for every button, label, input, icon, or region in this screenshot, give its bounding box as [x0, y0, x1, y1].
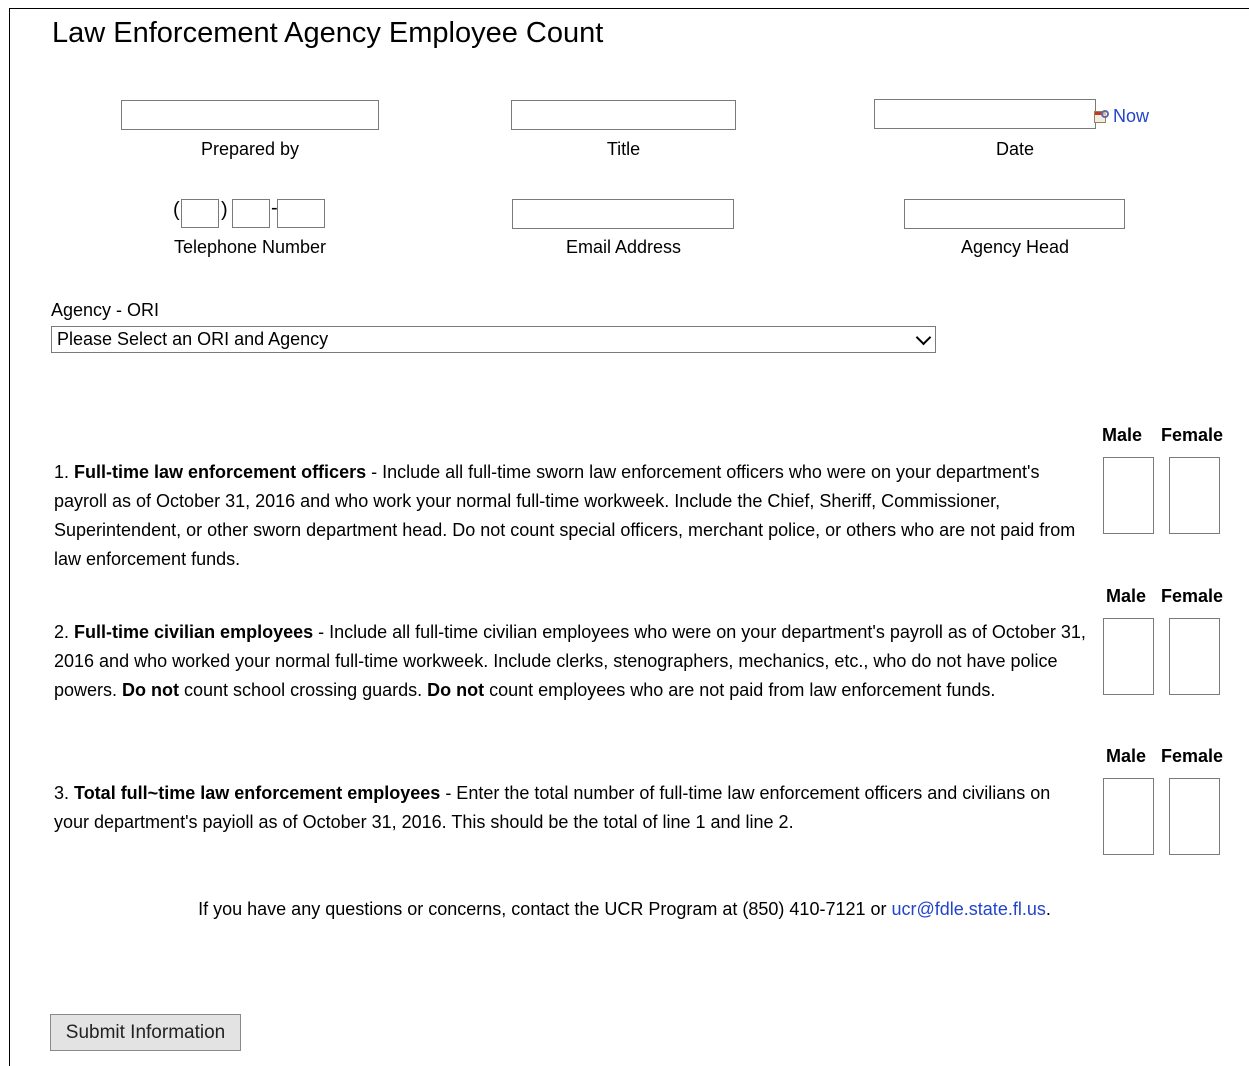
q3-number: 3. [54, 783, 70, 803]
q1-male-input[interactable] [1103, 457, 1154, 534]
page-title: Law Enforcement Agency Employee Count [52, 17, 604, 49]
contact-footer: If you have any questions or concerns, c… [0, 899, 1249, 920]
q2-text-b: count school crossing guards. [179, 680, 428, 700]
q2-male-input[interactable] [1103, 618, 1154, 695]
q3-male-input[interactable] [1103, 778, 1154, 855]
question-1: 1. Full-time law enforcement officers - … [54, 458, 1096, 574]
phone-area-code-input[interactable] [181, 199, 219, 228]
q1-heading: Full-time law enforcement officers [74, 462, 367, 482]
q3-heading: Total full~time law enforcement employee… [74, 783, 441, 803]
q3-female-header: Female [1161, 746, 1224, 766]
ucr-email-link[interactable]: ucr@fdle.state.fl.us [892, 899, 1046, 919]
prepared-by-label: Prepared by [200, 139, 300, 159]
q2-female-input[interactable] [1169, 618, 1220, 695]
agency-ori-label: Agency - ORI [51, 300, 160, 320]
agency-head-label: Agency Head [960, 237, 1070, 257]
agency-ori-select[interactable]: Please Select an ORI and Agency [51, 326, 936, 353]
phone-line-input[interactable] [277, 199, 325, 228]
agency-ori-selected-value: Please Select an ORI and Agency [57, 329, 329, 349]
q2-text-c: count employees who are not paid from la… [484, 680, 996, 700]
submit-button[interactable]: Submit Information [50, 1014, 241, 1051]
q3-female-input[interactable] [1169, 778, 1220, 855]
footer-end: . [1045, 899, 1051, 919]
footer-text: If you have any questions or concerns, c… [198, 899, 892, 919]
q2-do-not-2: Do not [427, 680, 485, 700]
title-label: Title [606, 139, 641, 159]
phone-close-paren: ) [221, 199, 228, 221]
q2-female-header: Female [1161, 586, 1224, 606]
q2-heading: Full-time civilian employees [74, 622, 314, 642]
q2-male-header: Male [1106, 586, 1147, 606]
q2-number: 2. [54, 622, 70, 642]
email-input[interactable] [512, 199, 734, 229]
date-now-link[interactable]: Now [1094, 106, 1149, 127]
q1-female-header: Female [1161, 425, 1224, 445]
prepared-by-input[interactable] [121, 100, 379, 130]
email-label: Email Address [565, 237, 682, 257]
chevron-down-icon [915, 329, 932, 346]
date-input[interactable] [874, 99, 1096, 129]
agency-head-input[interactable] [904, 199, 1125, 229]
q1-number: 1. [54, 462, 70, 482]
title-input[interactable] [511, 100, 736, 130]
q1-female-input[interactable] [1169, 457, 1220, 534]
phone-open-paren: ( [173, 199, 180, 221]
now-link-label: Now [1113, 106, 1150, 126]
phone-prefix-input[interactable] [232, 199, 270, 228]
q3-male-header: Male [1106, 746, 1147, 766]
date-label: Date [995, 139, 1035, 159]
question-2: 2. Full-time civilian employees - Includ… [54, 618, 1096, 705]
calendar-icon [1094, 109, 1111, 124]
telephone-label: Telephone Number [173, 237, 327, 257]
question-3: 3. Total full~time law enforcement emplo… [54, 779, 1054, 837]
q2-do-not-1: Do not [122, 680, 180, 700]
q1-male-header: Male [1102, 425, 1143, 445]
